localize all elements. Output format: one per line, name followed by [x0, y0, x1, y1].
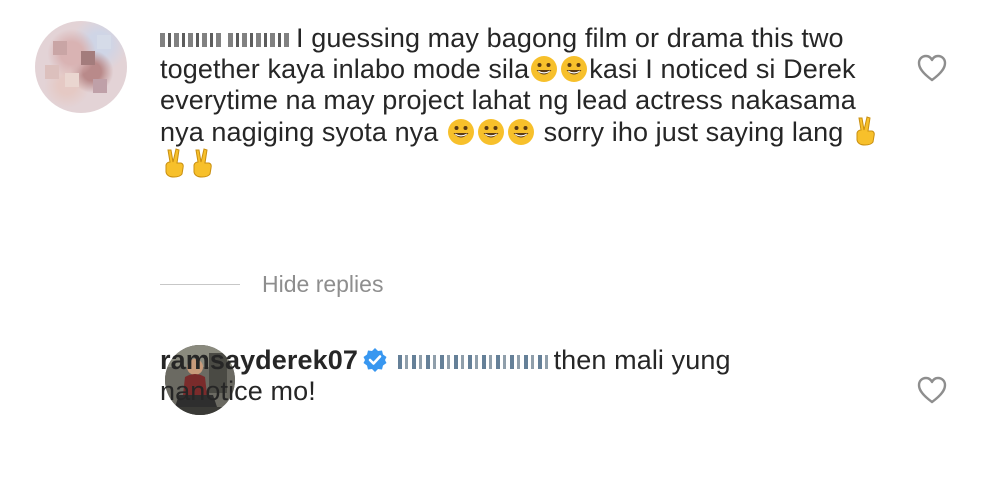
verified-badge-icon	[363, 348, 387, 372]
hide-replies-label[interactable]: Hide replies	[262, 271, 383, 298]
avatar-pixel	[53, 41, 67, 55]
grinning-face-icon	[478, 119, 505, 145]
redacted-username	[228, 32, 290, 47]
comment-line: everytime na may project lahat ng lead a…	[160, 85, 856, 115]
comment-line: sorry iho just saying lang	[543, 117, 844, 147]
avatar-pixel	[93, 79, 107, 93]
reply-text: ramsayderek07 then mali yung nanotice mo…	[160, 345, 800, 407]
avatar-pixel	[81, 51, 95, 65]
comment-line: nya nagiging syota nya	[160, 117, 439, 147]
reply-line: nanotice mo!	[160, 376, 316, 406]
replies-divider-line	[160, 283, 240, 285]
grinning-face-icon	[561, 56, 588, 82]
peace-hand-icon	[165, 148, 184, 178]
peace-hand-icon	[193, 148, 212, 178]
comment-text: I guessing may bagong film or drama this…	[160, 23, 895, 180]
redacted-username[interactable]	[160, 32, 222, 47]
comment-line: I guessing may bagong film or drama this…	[296, 23, 844, 53]
peace-hand-icon	[856, 116, 875, 146]
comment-line: together kaya inlabo mode sila	[160, 54, 530, 84]
reply-username[interactable]: ramsayderek07	[160, 345, 358, 375]
comment-line: kasi I noticed si Derek	[589, 54, 856, 84]
heart-outline-icon[interactable]	[917, 54, 947, 82]
hide-replies-toggle[interactable]: Hide replies	[160, 270, 383, 298]
redacted-mention[interactable]	[397, 354, 548, 369]
avatar-pixel	[45, 65, 59, 79]
grinning-face-icon	[508, 119, 535, 145]
grinning-face-icon	[531, 56, 558, 82]
commenter-avatar[interactable]	[35, 21, 127, 113]
grinning-face-icon	[448, 119, 475, 145]
avatar-pixel	[97, 35, 111, 49]
reply-line: then mali yung	[553, 345, 731, 375]
heart-outline-icon[interactable]	[917, 376, 947, 404]
avatar-pixel	[65, 73, 79, 87]
